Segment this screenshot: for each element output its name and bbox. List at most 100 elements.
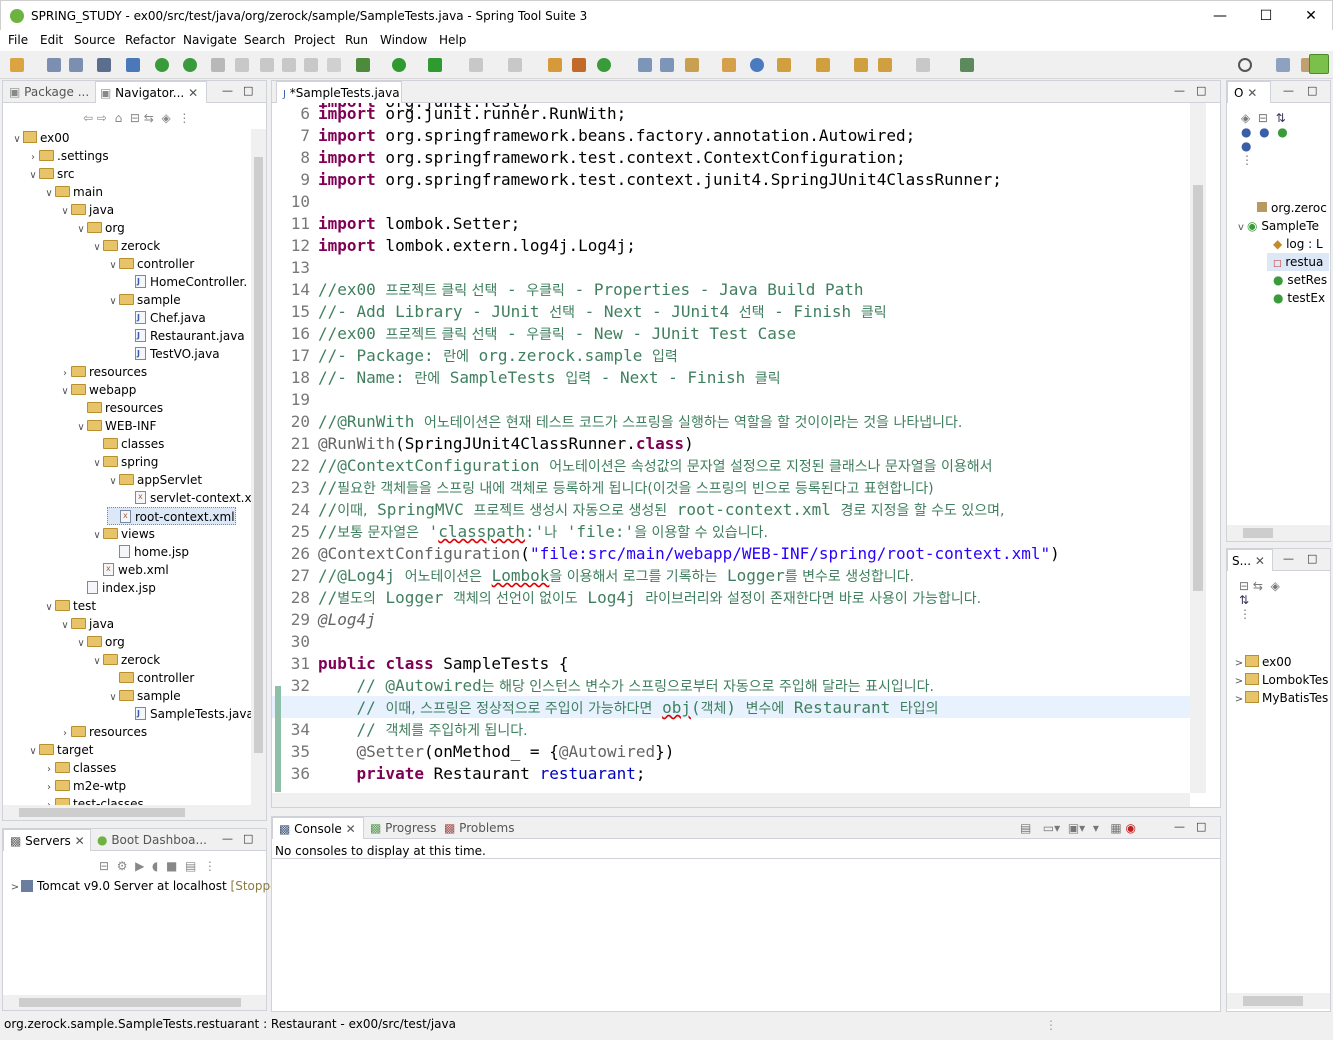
tree-item[interactable]: ∨ java — [59, 615, 114, 633]
tree-item[interactable]: ∨ org — [75, 219, 124, 237]
tree-item[interactable]: ∨ main — [43, 183, 103, 201]
tree-item[interactable]: ∨ webapp — [59, 381, 136, 399]
expanded-icon[interactable]: ∨ — [91, 455, 103, 473]
horizontal-scrollbar[interactable] — [272, 793, 1190, 807]
outline-package[interactable]: org.zeroc — [1257, 199, 1327, 217]
expanded-icon[interactable]: ∨ — [91, 653, 103, 671]
view-menu-icon[interactable]: ⋮ — [1241, 153, 1253, 167]
open-perspective-icon[interactable] — [1276, 58, 1290, 72]
vertical-scrollbar[interactable] — [251, 129, 266, 805]
vertical-scrollbar[interactable] — [1190, 103, 1206, 793]
maximize-icon[interactable]: □ — [1307, 84, 1317, 97]
tree-item[interactable]: ∨ sample — [107, 687, 180, 705]
tree-item[interactable]: › m2e-wtp — [43, 777, 126, 795]
minimize-icon[interactable]: — — [1174, 820, 1185, 833]
spring-project-mybatis[interactable]: > MyBatisTes — [1233, 689, 1328, 707]
link-icon[interactable]: ⇆ — [1253, 579, 1263, 593]
search-icon[interactable] — [1238, 58, 1252, 72]
expanded-icon[interactable]: ∨ — [27, 167, 39, 185]
tool-icon[interactable] — [260, 58, 274, 72]
open-console-icon[interactable]: ▣▾ — [1068, 821, 1085, 835]
tree-item[interactable]: › classes — [43, 759, 116, 777]
expanded-icon[interactable]: ∨ — [27, 743, 39, 761]
home-icon[interactable]: ⌂ — [115, 111, 123, 125]
new-package-icon[interactable] — [572, 58, 586, 72]
tree-item[interactable]: Chef.java — [123, 309, 206, 327]
new-icon[interactable] — [10, 58, 24, 72]
menu-search[interactable]: Search — [244, 33, 285, 47]
tree-item[interactable]: ∨ ex00 — [11, 129, 70, 147]
tree-item[interactable]: › test-classes — [43, 795, 144, 805]
tree-item[interactable]: ∨ appServlet — [107, 471, 202, 489]
code-editor[interactable]: import org.junit.Test; 67891011121314151… — [272, 103, 1190, 793]
minimize-icon[interactable]: — — [222, 84, 233, 97]
expanded-icon[interactable]: ∨ — [43, 185, 55, 203]
tree-item[interactable]: ∨ target — [27, 741, 93, 761]
minimize-icon[interactable]: — — [1283, 84, 1294, 97]
save-icon[interactable] — [47, 58, 61, 72]
tree-item[interactable]: ∨ zerock — [91, 237, 160, 255]
menu-window[interactable]: Window — [380, 33, 427, 47]
sort-icon[interactable]: ⇅ — [1239, 593, 1249, 607]
tree-item[interactable]: ∨ WEB-INF — [75, 417, 156, 435]
tool-icon[interactable] — [235, 58, 249, 72]
search-tool-icon[interactable] — [685, 58, 699, 72]
tree-item[interactable]: ∨ java — [59, 201, 114, 219]
tab-outline[interactable]: O ✕ — [1227, 81, 1271, 103]
tree-item[interactable]: ∨ org — [75, 633, 124, 651]
tree-item[interactable]: root-context.xml — [107, 507, 236, 525]
globe-icon[interactable] — [750, 58, 764, 72]
menu-refactor[interactable]: Refactor — [125, 33, 175, 47]
menu-navigate[interactable]: Navigate — [183, 33, 237, 47]
maximize-button[interactable]: ☐ — [1243, 1, 1289, 31]
outline-field-log[interactable]: ◆ log : L — [1273, 235, 1323, 253]
spring-project-ex00[interactable]: > ex00 — [1233, 653, 1292, 671]
sort-icon[interactable]: ⇅ — [1276, 111, 1286, 125]
run-icon[interactable] — [392, 58, 406, 72]
tab-package-explorer[interactable]: ▣ Package ... — [9, 81, 95, 103]
expanded-icon[interactable]: ∨ — [75, 419, 87, 437]
display-console-icon[interactable]: ▭▾ — [1043, 821, 1060, 835]
pilcrow-icon[interactable] — [327, 58, 341, 72]
stop-icon[interactable] — [469, 58, 483, 72]
tree-item[interactable]: ∨ src — [27, 165, 74, 185]
tree-item[interactable]: servlet-context.xı — [123, 488, 251, 507]
new-class-icon[interactable] — [597, 58, 611, 72]
refresh-server-icon[interactable] — [183, 58, 197, 72]
expanded-icon[interactable]: ∨ — [59, 383, 71, 401]
tree-item[interactable]: resources — [75, 399, 163, 417]
minimize-icon[interactable]: — — [1283, 552, 1294, 565]
menu-help[interactable]: Help — [439, 33, 466, 47]
tree-item[interactable]: ∨ zerock — [91, 651, 160, 669]
outline-method-testex[interactable]: ● testEx — [1273, 289, 1325, 307]
link-editor-icon[interactable]: ⇆ — [144, 111, 154, 125]
tree-item[interactable]: ∨ views — [91, 525, 155, 543]
tab-console[interactable]: ▩ Console ✕ — [272, 817, 364, 839]
close-button[interactable]: ✕ — [1288, 1, 1333, 31]
collapsed-icon[interactable]: › — [43, 797, 55, 805]
menu-source[interactable]: Source — [74, 33, 115, 47]
tree-item[interactable]: ∨ controller — [107, 255, 194, 273]
profile-server-icon[interactable]: ◖ — [152, 859, 158, 873]
tab-progress[interactable]: ▩ Progress — [370, 817, 440, 839]
horizontal-scrollbar[interactable] — [1227, 525, 1330, 541]
expanded-icon[interactable]: ∨ — [107, 257, 119, 275]
maximize-icon[interactable]: □ — [243, 84, 253, 97]
tab-boot-dashboard[interactable]: ● Boot Dashboa... — [97, 829, 209, 851]
filter-icon[interactable]: ◈ — [1271, 579, 1280, 593]
horizontal-scrollbar[interactable] — [3, 995, 266, 1010]
tree-item[interactable]: ∨ test — [43, 597, 96, 615]
clipboard-icon[interactable]: ▦ — [1110, 821, 1121, 835]
tree-item[interactable]: ∨ spring — [91, 453, 158, 471]
minimize-icon[interactable]: — — [222, 832, 233, 845]
pin-console-icon[interactable]: ▤ — [1020, 821, 1031, 835]
outline-field-restuarant[interactable]: □ restua — [1267, 253, 1329, 271]
open-folder-icon[interactable] — [722, 58, 736, 72]
tab-servers[interactable]: ▩ Servers ✕ — [3, 829, 91, 851]
tree-item[interactable]: › resources — [59, 723, 147, 741]
stop-server-icon[interactable]: ■ — [166, 859, 177, 873]
horizontal-scrollbar[interactable] — [1227, 993, 1330, 1009]
debug-server-icon[interactable]: ⚙ — [117, 859, 128, 873]
start-server-icon[interactable] — [155, 58, 169, 72]
hide-static-icon[interactable]: ● — [1259, 125, 1269, 139]
